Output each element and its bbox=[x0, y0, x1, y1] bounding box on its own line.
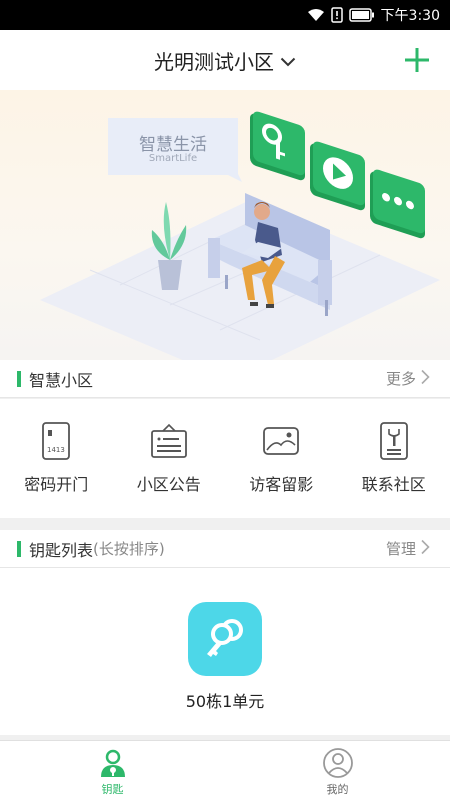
svg-text:1413: 1413 bbox=[47, 446, 65, 454]
service-label: 访客留影 bbox=[249, 475, 314, 494]
section-title: 智慧小区 bbox=[29, 370, 94, 390]
community-selector[interactable]: 光明测试小区 bbox=[154, 46, 296, 75]
wifi-icon bbox=[307, 8, 325, 22]
add-button[interactable] bbox=[402, 45, 432, 75]
key-name[interactable]: 50栋1单元 bbox=[0, 688, 450, 712]
top-bar: 光明测试小区 bbox=[0, 30, 450, 90]
banner[interactable]: 智慧生活 SmartLife bbox=[0, 90, 450, 360]
banner-subtitle: SmartLife bbox=[148, 153, 198, 164]
profile-icon bbox=[322, 748, 353, 778]
chevron-right-icon bbox=[420, 369, 430, 389]
key-person-icon bbox=[100, 749, 125, 777]
more-button[interactable]: 更多 bbox=[386, 368, 430, 389]
chevron-right-icon bbox=[420, 539, 430, 559]
tab-keys[interactable]: 钥匙 bbox=[0, 741, 225, 800]
section-title: 钥匙列表 bbox=[29, 540, 94, 560]
tab-mine[interactable]: 我的 bbox=[225, 741, 450, 800]
keypad-icon: 1413 bbox=[42, 422, 71, 460]
service-password-door[interactable]: 1413 密码开门 bbox=[0, 399, 113, 518]
service-label: 小区公告 bbox=[136, 475, 201, 494]
tab-label: 钥匙 bbox=[101, 783, 124, 796]
more-label: 更多 bbox=[385, 370, 416, 388]
services-grid: 1413 密码开门 小区公告 访客留影 联系社区 bbox=[0, 399, 450, 518]
key-icon bbox=[207, 619, 243, 657]
photo-icon bbox=[263, 427, 300, 455]
service-notice[interactable]: 小区公告 bbox=[113, 399, 226, 518]
service-contact-community[interactable]: 联系社区 bbox=[338, 399, 450, 518]
smart-community-header: 智慧小区 更多 bbox=[0, 360, 450, 398]
manage-button[interactable]: 管理 bbox=[386, 538, 430, 559]
community-name: 光明测试小区 bbox=[154, 49, 274, 74]
manage-label: 管理 bbox=[385, 540, 416, 558]
chevron-down-icon bbox=[280, 48, 296, 72]
banner-title: 智慧生活 bbox=[139, 135, 207, 155]
key-list: 50栋1单元 bbox=[0, 568, 450, 735]
plus-icon bbox=[405, 48, 429, 72]
tab-label: 我的 bbox=[326, 783, 349, 796]
status-time: 下午3:30 bbox=[380, 8, 440, 24]
contact-icon bbox=[379, 422, 408, 460]
battery-icon bbox=[348, 8, 375, 22]
service-label: 密码开门 bbox=[24, 475, 89, 494]
section-accent-bar bbox=[17, 370, 21, 387]
service-label: 联系社区 bbox=[361, 475, 426, 494]
key-list-header: 钥匙列表 (长按排序) 管理 bbox=[0, 530, 450, 568]
tab-bar: 钥匙 我的 bbox=[0, 740, 450, 800]
status-bar: 下午3:30 bbox=[0, 0, 450, 30]
notice-board-icon bbox=[150, 423, 187, 458]
key-card[interactable] bbox=[188, 602, 262, 676]
service-visitor-photo[interactable]: 访客留影 bbox=[225, 399, 338, 518]
section-accent-bar bbox=[17, 540, 21, 557]
sort-hint: (长按排序) bbox=[93, 540, 165, 558]
sim-alert-icon bbox=[330, 7, 343, 23]
